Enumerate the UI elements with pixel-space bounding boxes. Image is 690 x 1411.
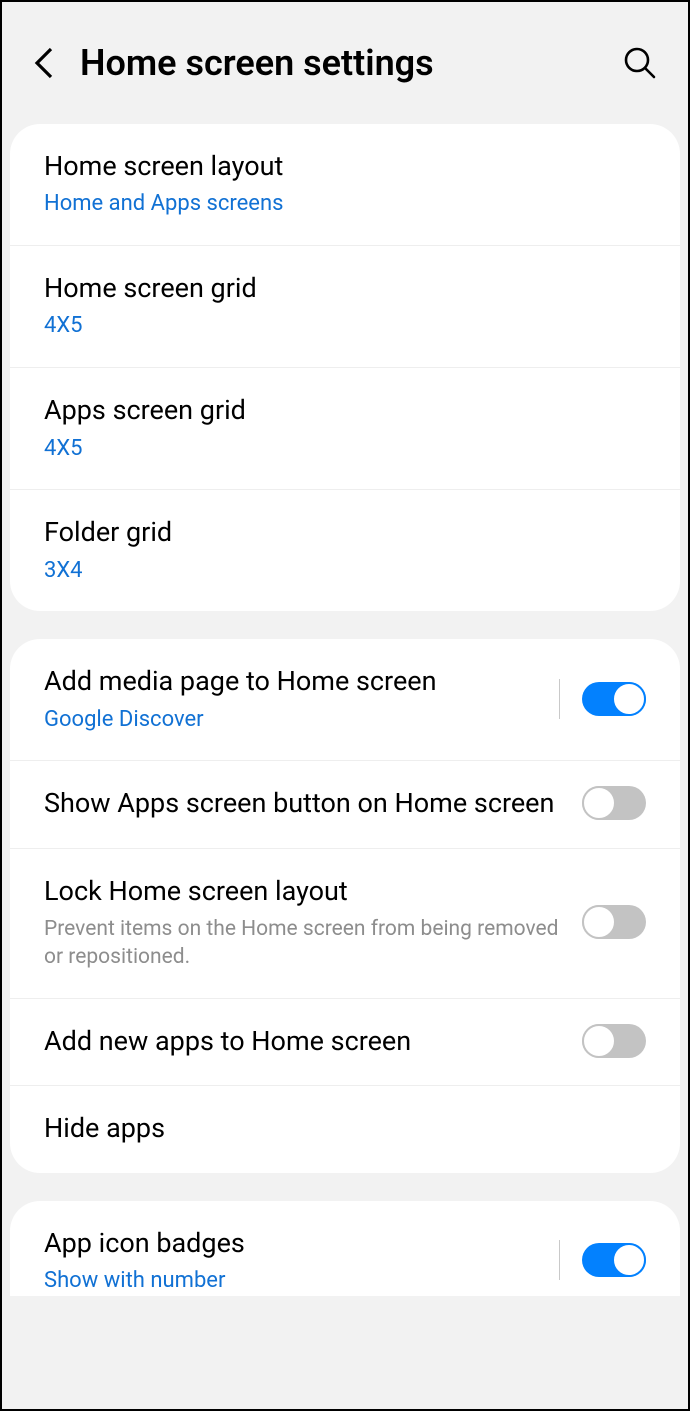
search-icon xyxy=(623,46,657,80)
row-add-new-apps[interactable]: Add new apps to Home screen xyxy=(10,998,680,1085)
separator xyxy=(559,1240,560,1280)
row-folder-grid[interactable]: Folder grid 3X4 xyxy=(10,489,680,611)
row-label: App icon badges xyxy=(44,1225,539,1261)
settings-group-layout: Home screen layout Home and Apps screens… xyxy=(10,124,680,611)
chevron-left-icon xyxy=(32,45,56,81)
toggle-show-apps-button[interactable] xyxy=(582,786,646,820)
row-value: Show with number xyxy=(44,1267,539,1296)
row-value: 4X5 xyxy=(44,435,646,464)
row-value: Home and Apps screens xyxy=(44,190,646,219)
row-label: Home screen grid xyxy=(44,270,646,306)
settings-group-options: Add media page to Home screen Google Dis… xyxy=(10,639,680,1172)
toggle-add-new-apps[interactable] xyxy=(582,1024,646,1058)
row-label: Hide apps xyxy=(44,1110,646,1146)
row-label: Show Apps screen button on Home screen xyxy=(44,785,562,821)
toggle-app-icon-badges[interactable] xyxy=(582,1243,646,1277)
row-home-screen-layout[interactable]: Home screen layout Home and Apps screens xyxy=(10,124,680,245)
row-lock-home-layout[interactable]: Lock Home screen layout Prevent items on… xyxy=(10,848,680,998)
row-label: Folder grid xyxy=(44,514,646,550)
row-label: Home screen layout xyxy=(44,148,646,184)
row-value: Google Discover xyxy=(44,706,539,735)
settings-group-badges: App icon badges Show with number xyxy=(10,1201,680,1296)
row-add-media-page[interactable]: Add media page to Home screen Google Dis… xyxy=(10,639,680,760)
row-label: Lock Home screen layout xyxy=(44,873,562,909)
page-title: Home screen settings xyxy=(80,42,620,84)
row-hide-apps[interactable]: Hide apps xyxy=(10,1085,680,1172)
row-value: 4X5 xyxy=(44,312,646,341)
row-value: 3X4 xyxy=(44,557,646,586)
search-button[interactable] xyxy=(620,43,660,83)
row-description: Prevent items on the Home screen from be… xyxy=(44,915,562,972)
row-label: Add new apps to Home screen xyxy=(44,1023,562,1059)
header: Home screen settings xyxy=(10,12,680,124)
row-label: Add media page to Home screen xyxy=(44,663,539,699)
row-apps-screen-grid[interactable]: Apps screen grid 4X5 xyxy=(10,367,680,489)
back-button[interactable] xyxy=(26,45,62,81)
toggle-add-media-page[interactable] xyxy=(582,682,646,716)
row-app-icon-badges[interactable]: App icon badges Show with number xyxy=(10,1201,680,1296)
row-home-screen-grid[interactable]: Home screen grid 4X5 xyxy=(10,245,680,367)
row-show-apps-button[interactable]: Show Apps screen button on Home screen xyxy=(10,760,680,847)
toggle-lock-home-layout[interactable] xyxy=(582,905,646,939)
row-label: Apps screen grid xyxy=(44,392,646,428)
separator xyxy=(559,679,560,719)
